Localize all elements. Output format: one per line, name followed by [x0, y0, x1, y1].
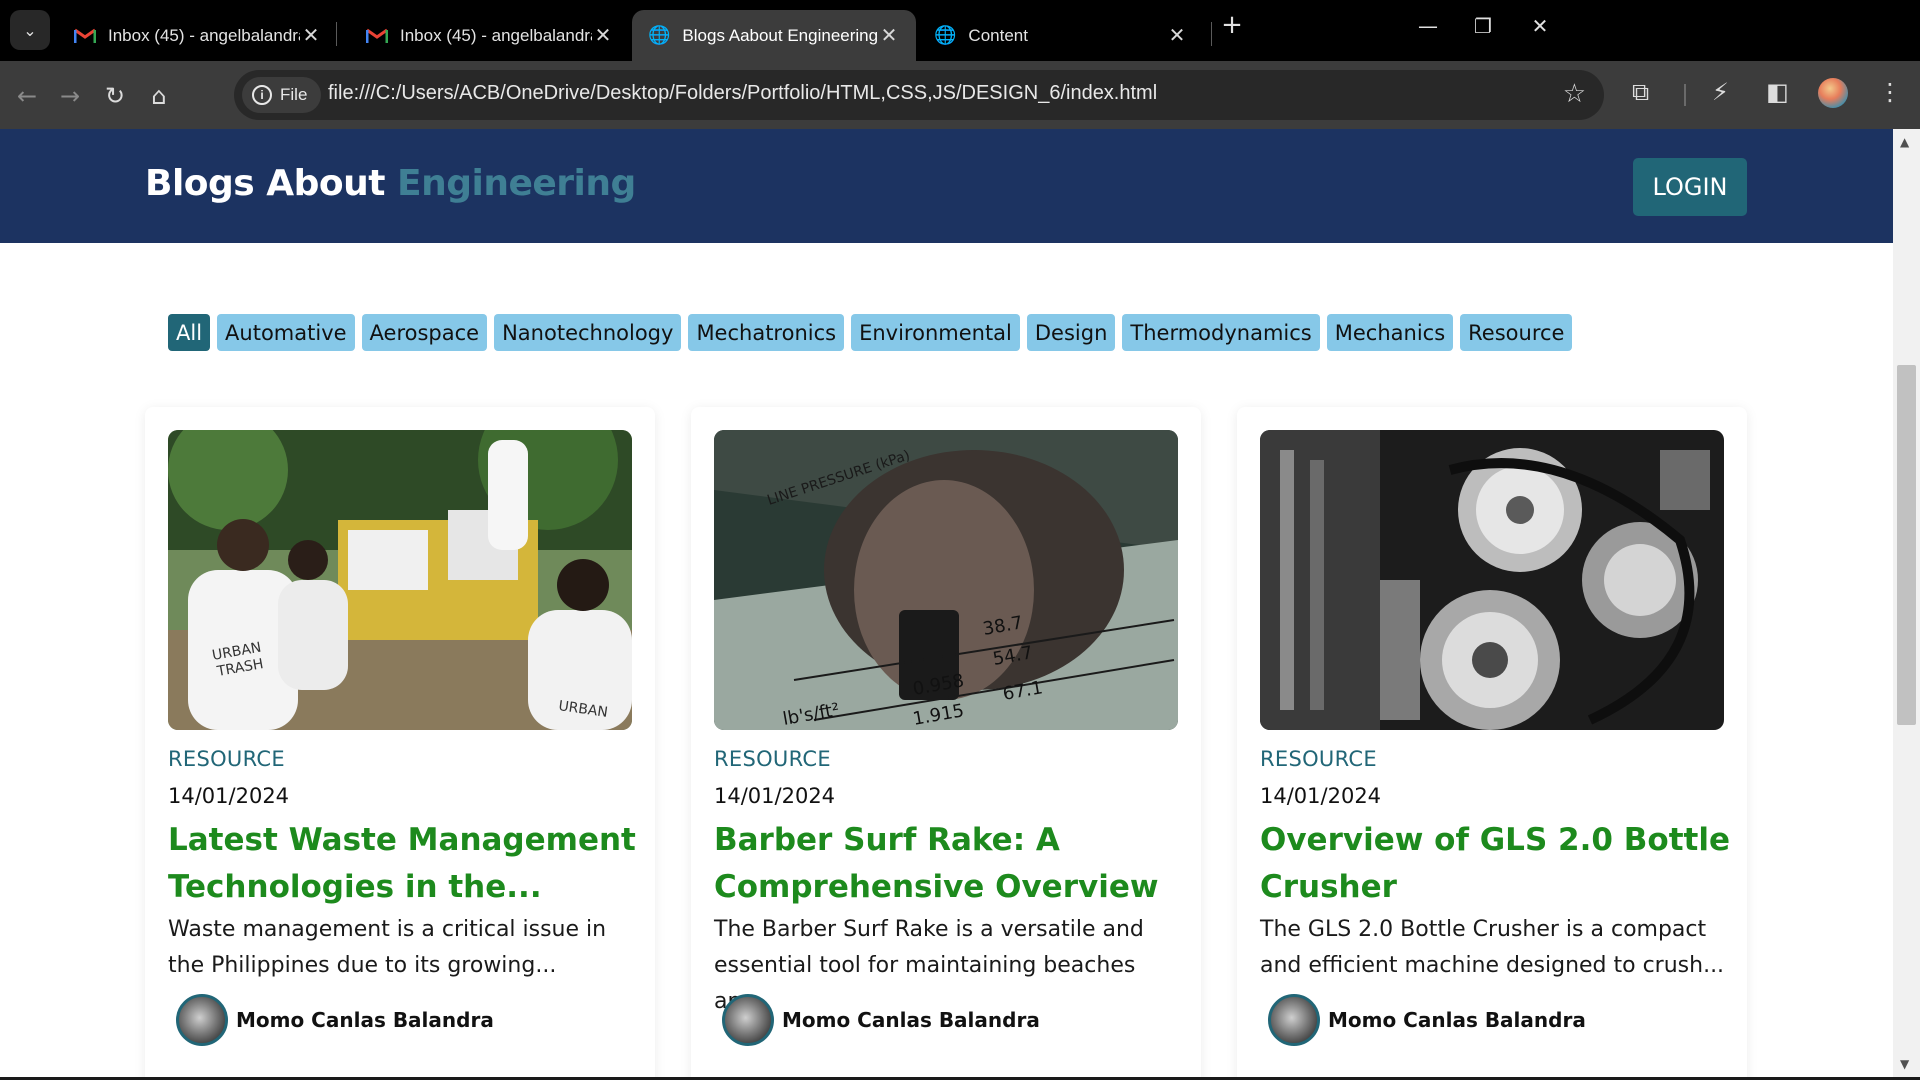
scroll-up-icon[interactable]: ▲: [1900, 135, 1909, 149]
close-icon[interactable]: ✕: [1166, 23, 1188, 48]
login-button[interactable]: LOGIN: [1633, 158, 1747, 216]
post-date: 14/01/2024: [714, 784, 836, 808]
close-icon[interactable]: ✕: [592, 23, 614, 48]
post-description: Waste management is a critical issue in …: [168, 917, 607, 978]
author-name: Momo Canlas Balandra: [782, 1008, 1040, 1032]
gmail-icon: [74, 28, 96, 43]
tab-search-button[interactable]: ⌄: [10, 10, 50, 50]
waste-collection-photo[interactable]: URBAN TRASH URBAN: [168, 430, 632, 730]
tab-title: Inbox (45) - angelbalandra1@gmail.com: [108, 25, 300, 45]
more-menu-icon[interactable]: ⋮: [1878, 78, 1902, 106]
brand-main: Blogs About: [145, 163, 385, 204]
blog-card[interactable]: RESOURCE 14/01/2024 Overview of GLS 2.0 …: [1237, 407, 1747, 1080]
category-chip-nanotechnology[interactable]: Nanotechnology: [494, 314, 682, 351]
author-avatar: [176, 994, 228, 1046]
post-category[interactable]: RESOURCE: [714, 747, 831, 771]
browser-tab-strip: ⌄ Inbox (45) - angelbalandra1@gmail.com …: [0, 0, 1920, 61]
brand-accent: Engineering: [397, 163, 636, 204]
post-author[interactable]: Momo Canlas Balandra: [176, 994, 494, 1046]
star-icon[interactable]: ☆: [1563, 79, 1586, 109]
author-avatar: [1268, 994, 1320, 1046]
back-button[interactable]: ←: [10, 79, 44, 113]
performance-icon[interactable]: ⚡: [1712, 78, 1729, 106]
page-viewport: Blogs About Engineering LOGIN All Automa…: [0, 129, 1893, 1080]
restore-button[interactable]: ❐: [1463, 14, 1503, 38]
tab-separator: [336, 22, 337, 46]
toolbar-divider: [1684, 84, 1686, 106]
page-scrollbar[interactable]: ▲ ▼: [1893, 129, 1920, 1080]
post-title[interactable]: Overview of GLS 2.0 Bottle Crusher: [1260, 817, 1730, 911]
pressure-gauge-photo[interactable]: LINE PRESSURE (kPa) 0.958 54.7 1.915 67.…: [714, 430, 1178, 730]
globe-icon: 🌐: [934, 25, 957, 45]
minimize-button[interactable]: —: [1408, 14, 1448, 38]
tab-content[interactable]: 🌐 Content ✕: [918, 10, 1204, 61]
tab-title: Content: [968, 25, 1028, 45]
category-chip-mechanics[interactable]: Mechanics: [1326, 314, 1454, 351]
profile-avatar[interactable]: [1818, 78, 1848, 108]
post-date: 14/01/2024: [168, 784, 290, 808]
scrollbar-thumb[interactable]: [1897, 365, 1916, 725]
url-text[interactable]: file:///C:/Users/ACB/OneDrive/Desktop/Fo…: [328, 82, 1157, 105]
new-tab-button[interactable]: +: [1212, 10, 1252, 40]
site-info-chip[interactable]: i File: [242, 77, 322, 113]
blog-card[interactable]: LINE PRESSURE (kPa) 0.958 54.7 1.915 67.…: [691, 407, 1201, 1080]
scroll-down-icon[interactable]: ▼: [1900, 1057, 1909, 1071]
chevron-down-icon: ⌄: [23, 20, 37, 40]
site-header: Blogs About Engineering LOGIN: [0, 129, 1893, 243]
category-chip-automative[interactable]: Automative: [217, 314, 355, 351]
post-title[interactable]: Barber Surf Rake: A Comprehensive Overvi…: [714, 817, 1184, 911]
post-author[interactable]: Momo Canlas Balandra: [722, 994, 1040, 1046]
blog-card-grid: URBAN TRASH URBAN RESOURCE 14/01/2024 La…: [145, 407, 1747, 1080]
file-chip-label: File: [280, 85, 308, 104]
reload-button[interactable]: ↻: [98, 79, 132, 113]
category-chip-resource[interactable]: Resource: [1460, 314, 1573, 351]
engine-photo[interactable]: [1260, 430, 1724, 730]
gmail-icon: [366, 28, 388, 43]
close-icon[interactable]: ✕: [878, 23, 900, 48]
extensions-icon[interactable]: ⧉: [1632, 78, 1649, 106]
post-date: 14/01/2024: [1260, 784, 1382, 808]
tab-title: Blogs Aabout Engineering: [682, 25, 878, 45]
post-category[interactable]: RESOURCE: [168, 747, 285, 771]
tab-blogs[interactable]: 🌐 Blogs Aabout Engineering ✕: [632, 10, 916, 61]
site-brand[interactable]: Blogs About Engineering: [145, 163, 636, 204]
tab-gmail-1[interactable]: Inbox (45) - angelbalandra1@gmail.com ✕: [58, 10, 338, 61]
globe-icon: 🌐: [648, 25, 671, 45]
close-window-button[interactable]: ✕: [1520, 14, 1560, 38]
author-avatar: [722, 994, 774, 1046]
post-description: The GLS 2.0 Bottle Crusher is a compact …: [1260, 917, 1725, 978]
home-button[interactable]: ⌂: [142, 79, 176, 113]
category-chip-all[interactable]: All: [168, 314, 211, 351]
category-chip-environmental[interactable]: Environmental: [851, 314, 1020, 351]
category-filter-bar: All Automative Aerospace Nanotechnology …: [168, 314, 1573, 351]
post-title[interactable]: Latest Waste Management Technologies in …: [168, 817, 638, 911]
category-chip-design[interactable]: Design: [1026, 314, 1116, 351]
author-name: Momo Canlas Balandra: [236, 1008, 494, 1032]
category-chip-thermodynamics[interactable]: Thermodynamics: [1122, 314, 1320, 351]
post-author[interactable]: Momo Canlas Balandra: [1268, 994, 1586, 1046]
info-icon: i: [252, 85, 272, 105]
category-chip-mechatronics[interactable]: Mechatronics: [688, 314, 845, 351]
blog-card[interactable]: URBAN TRASH URBAN RESOURCE 14/01/2024 La…: [145, 407, 655, 1080]
browser-toolbar: ← → ↻ ⌂ i File file:///C:/Users/ACB/OneD…: [0, 61, 1920, 129]
address-bar[interactable]: i File file:///C:/Users/ACB/OneDrive/Des…: [234, 70, 1604, 120]
tab-gmail-2[interactable]: Inbox (45) - angelbalandra1@gmail.com ✕: [350, 10, 630, 61]
side-panel-icon[interactable]: ◧: [1766, 78, 1789, 106]
category-chip-aerospace[interactable]: Aerospace: [361, 314, 488, 351]
close-icon[interactable]: ✕: [300, 23, 322, 48]
forward-button[interactable]: →: [53, 79, 87, 113]
post-category[interactable]: RESOURCE: [1260, 747, 1377, 771]
author-name: Momo Canlas Balandra: [1328, 1008, 1586, 1032]
tab-title: Inbox (45) - angelbalandra1@gmail.com: [400, 25, 592, 45]
